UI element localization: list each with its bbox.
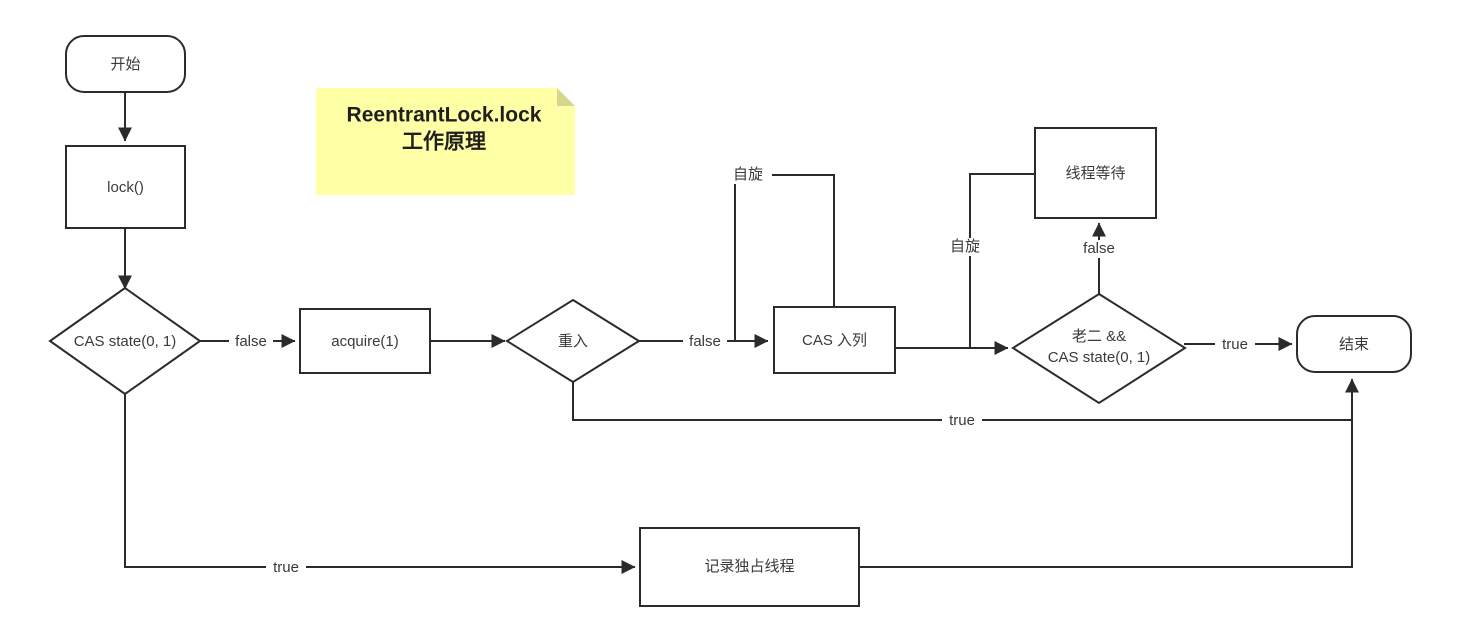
node-second-cas[interactable]: 老二 && CAS state(0, 1)	[1011, 292, 1187, 405]
node-start[interactable]: 开始	[65, 35, 186, 93]
edge-second-cas-true-to-end: true	[1184, 335, 1293, 353]
node-end-label: 结束	[1339, 336, 1369, 353]
edge-reentrant-true-to-end: true	[572, 381, 1353, 429]
flowchart-canvas: false false 自旋 自旋 false true true true 开…	[0, 0, 1478, 627]
edge-cas-state-true-to-record: true	[124, 393, 636, 576]
node-cas-state[interactable]: CAS state(0, 1)	[48, 286, 202, 396]
title-note-line2: 工作原理	[402, 130, 486, 154]
edge-wait-spin-loop: 自旋	[948, 173, 1036, 349]
edge-label-wait-spin: 自旋	[950, 238, 980, 255]
node-cas-state-label: CAS state(0, 1)	[74, 333, 177, 350]
flowchart-svg: false false 自旋 自旋 false true true true 开…	[48, 35, 1412, 607]
edge-label-cas-state-true: true	[273, 559, 299, 576]
title-note-line1: ReentrantLock.lock	[347, 104, 542, 127]
node-second-cas-label-line2: CAS state(0, 1)	[1048, 349, 1151, 366]
node-start-label: 开始	[110, 56, 140, 73]
node-acquire[interactable]: acquire(1)	[299, 308, 431, 374]
node-lock[interactable]: lock()	[65, 145, 186, 229]
node-second-cas-label-line1: 老二 &&	[1072, 328, 1126, 345]
edge-record-to-end	[859, 378, 1359, 568]
node-end[interactable]: 结束	[1296, 315, 1412, 373]
node-record-owner[interactable]: 记录独占线程	[639, 527, 860, 607]
edge-reentrant-false-to-enqueue: false	[639, 332, 769, 350]
node-reentrant-label: 重入	[558, 333, 588, 350]
edge-label-second-cas-false: false	[1083, 240, 1115, 257]
node-cas-enqueue-label: CAS 入列	[802, 332, 867, 349]
edge-label-reentrant-false: false	[689, 333, 721, 350]
edge-label-second-cas-true: true	[1222, 336, 1248, 353]
node-cas-enqueue[interactable]: CAS 入列	[773, 306, 896, 374]
edge-second-cas-false-to-wait: false	[1077, 222, 1121, 295]
edge-label-reentrant-true: true	[949, 412, 975, 429]
title-note: ReentrantLock.lock 工作原理	[316, 88, 575, 195]
node-thread-wait-label: 线程等待	[1065, 164, 1125, 182]
node-record-owner-label: 记录独占线程	[704, 558, 794, 575]
node-lock-label: lock()	[107, 179, 144, 196]
node-thread-wait[interactable]: 线程等待	[1034, 127, 1157, 219]
edge-cas-state-false-to-acquire: false	[199, 332, 296, 350]
edge-label-cas-state-false: false	[235, 333, 267, 350]
edge-label-enqueue-spin: 自旋	[733, 166, 763, 183]
node-reentrant[interactable]: 重入	[505, 298, 641, 384]
node-acquire-label: acquire(1)	[331, 333, 399, 350]
